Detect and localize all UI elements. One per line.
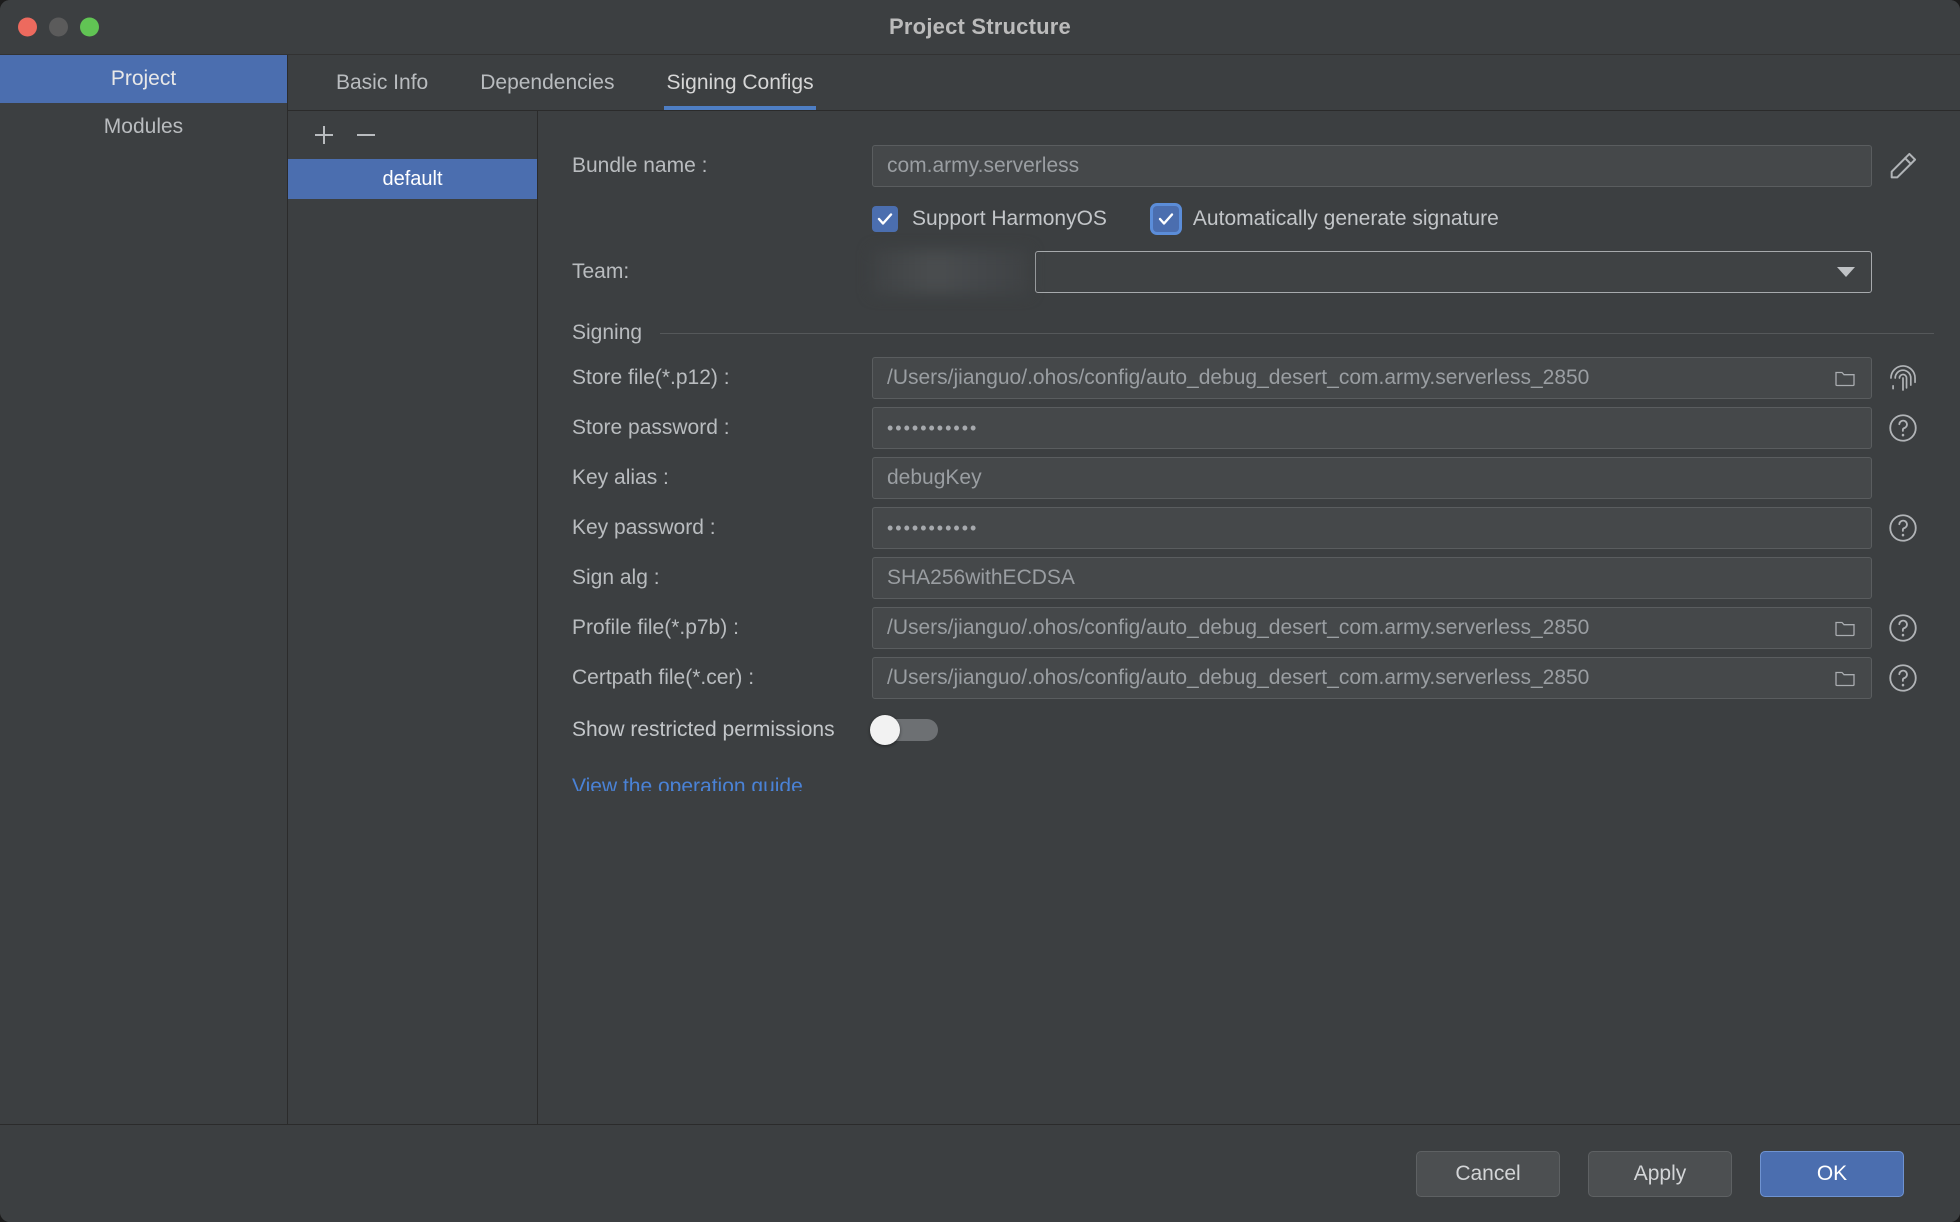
folder-icon[interactable] [1833,666,1857,690]
signing-section-header: Signing [538,321,1960,345]
team-label: Team: [572,260,630,283]
bundle-name-input[interactable]: com.army.serverless [872,145,1872,187]
support-harmonyos-checkbox[interactable]: Support HarmonyOS [872,206,1107,232]
project-structure-dialog: Project Structure Project Modules Basic … [0,0,1960,1222]
sidebar-item-label: Modules [103,115,184,138]
key-password-label: Key password : [572,516,716,539]
link-label: View the operation guide [572,775,803,791]
store-file-label: Store file(*.p12) : [572,366,730,389]
configs-list: default [288,159,537,1124]
certpath-file-value: /Users/jianguo/.ohos/config/auto_debug_d… [887,666,1590,689]
apply-button[interactable]: Apply [1588,1150,1732,1197]
fingerprint-icon[interactable] [1872,361,1934,395]
store-file-input[interactable]: /Users/jianguo/.ohos/config/auto_debug_d… [872,357,1872,399]
checkbox-label: Automatically generate signature [1192,207,1499,230]
config-list-item-default[interactable]: default [288,159,537,199]
profile-file-value: /Users/jianguo/.ohos/config/auto_debug_d… [887,616,1590,639]
team-dropdown[interactable] [1035,251,1872,293]
show-restricted-permissions-label: Show restricted permissions [572,718,835,741]
sidebar-item-project[interactable]: Project [0,55,287,103]
profile-file-row: Profile file(*.p7b) : /Users/jianguo/.oh… [538,603,1960,653]
dialog-footer: Cancel Apply OK [0,1124,1960,1222]
cancel-button[interactable]: Cancel [1416,1150,1560,1197]
profile-file-label: Profile file(*.p7b) : [572,616,739,639]
key-password-input[interactable]: ••••••••••• [872,507,1872,549]
key-alias-label: Key alias : [572,466,669,489]
team-row: Team: [538,247,1960,297]
checkbox-row: Support HarmonyOS Automatically generate… [538,191,1960,247]
store-file-row: Store file(*.p12) : /Users/jianguo/.ohos… [538,353,1960,403]
sign-alg-label: Sign alg : [572,566,660,589]
remove-config-button[interactable] [352,121,380,149]
sidebar-item-label: Project [110,67,177,90]
key-password-row: Key password : ••••••••••• [538,503,1960,553]
help-circle-icon[interactable] [1872,411,1934,445]
show-restricted-permissions-row: Show restricted permissions [538,703,1960,757]
sign-alg-row: Sign alg : SHA256withECDSA [538,553,1960,603]
sidebar-item-modules[interactable]: Modules [0,103,287,151]
bundle-name-value: com.army.serverless [887,154,1080,177]
store-password-row: Store password : ••••••••••• [538,403,1960,453]
configs-toolbar [288,111,537,159]
title-bar: Project Structure [0,0,1960,55]
tab-basic-info[interactable]: Basic Info [310,55,454,110]
key-alias-row: Key alias : debugKey [538,453,1960,503]
show-restricted-permissions-toggle[interactable] [870,715,938,745]
section-divider [660,332,1934,334]
traffic-lights [18,17,99,37]
key-password-value: ••••••••••• [887,517,979,538]
config-item-label: default [382,167,443,190]
tab-signing-configs[interactable]: Signing Configs [640,55,839,110]
ok-button[interactable]: OK [1760,1150,1904,1197]
sidebar: Project Modules [0,55,288,1124]
key-alias-value: debugKey [887,466,982,489]
tab-content: default Bundle name : com.army.serverles… [288,111,1960,1124]
checkbox-box[interactable] [1152,206,1179,232]
key-alias-input[interactable]: debugKey [872,457,1872,499]
sign-alg-input[interactable]: SHA256withECDSA [872,557,1872,599]
help-circle-icon[interactable] [1872,511,1934,545]
signing-configs-list-panel: default [288,111,538,1124]
help-circle-icon[interactable] [1872,661,1934,695]
window-title: Project Structure [889,14,1071,39]
tab-label: Dependencies [480,70,615,94]
bundle-name-row: Bundle name : com.army.serverless [538,141,1960,191]
tab-dependencies[interactable]: Dependencies [454,55,640,110]
certpath-file-input[interactable]: /Users/jianguo/.ohos/config/auto_debug_d… [872,657,1872,699]
chevron-down-icon [1837,267,1855,277]
folder-icon[interactable] [1833,616,1857,640]
cancel-button-label: Cancel [1455,1161,1521,1185]
ok-button-label: OK [1816,1161,1848,1185]
store-file-value: /Users/jianguo/.ohos/config/auto_debug_d… [887,366,1590,389]
pencil-icon[interactable] [1872,149,1934,183]
store-password-input[interactable]: ••••••••••• [872,407,1872,449]
close-window-button[interactable] [18,17,37,37]
tab-label: Basic Info [336,70,429,94]
dialog-body: Project Modules Basic Info Dependencies … [0,55,1960,1124]
checkbox-label: Support HarmonyOS [912,207,1107,230]
right-pane: Basic Info Dependencies Signing Configs [288,55,1960,1124]
toggle-knob [870,715,900,745]
add-config-button[interactable] [310,121,338,149]
checkbox-box[interactable] [872,206,898,232]
certpath-file-row: Certpath file(*.cer) : /Users/jianguo/.o… [538,653,1960,703]
apply-button-label: Apply [1633,1161,1687,1185]
folder-icon[interactable] [1833,366,1857,390]
tab-bar: Basic Info Dependencies Signing Configs [288,55,1960,111]
help-circle-icon[interactable] [1872,611,1934,645]
auto-generate-signature-checkbox[interactable]: Automatically generate signature [1152,206,1499,232]
store-password-label: Store password : [572,416,730,439]
bundle-name-label: Bundle name : [572,154,708,177]
signing-config-form: Bundle name : com.army.serverless Suppor… [538,111,1960,1124]
tab-label: Signing Configs [666,70,814,94]
profile-file-input[interactable]: /Users/jianguo/.ohos/config/auto_debug_d… [872,607,1872,649]
sign-alg-value: SHA256withECDSA [887,566,1075,589]
store-password-value: ••••••••••• [887,417,979,438]
minimize-window-button[interactable] [49,17,68,37]
section-title: Signing [572,321,643,344]
team-redacted-overlay [872,250,1029,294]
view-operation-guide-link[interactable]: View the operation guide [538,775,1960,791]
certpath-file-label: Certpath file(*.cer) : [572,666,755,689]
zoom-window-button[interactable] [80,17,99,37]
